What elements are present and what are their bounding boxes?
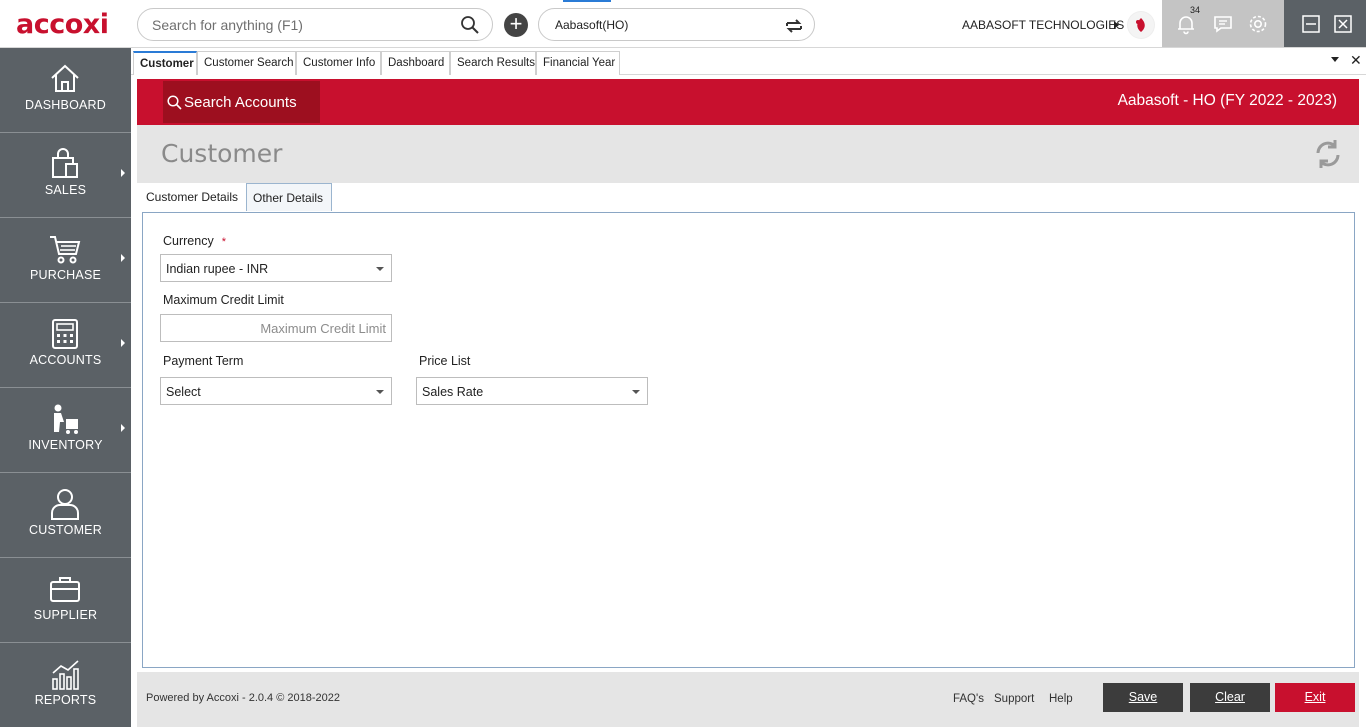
title-bar: Customer <box>137 125 1359 183</box>
caret-right-icon <box>121 169 125 177</box>
tab-financial-year[interactable]: Financial Year <box>536 51 620 75</box>
search-icon[interactable] <box>460 15 480 35</box>
account-header-bar: Search Accounts Aabasoft - HO (FY 2022 -… <box>137 79 1359 125</box>
search-accounts-label: Search Accounts <box>184 94 297 111</box>
shopping-bag-icon <box>52 148 78 178</box>
swap-icon[interactable] <box>783 15 805 37</box>
app-logo: accoxi <box>16 9 109 40</box>
sidebar-item-label: REPORTS <box>34 693 97 707</box>
help-link[interactable]: Help <box>1049 693 1073 705</box>
currency-select[interactable]: Indian rupee - INR <box>160 254 392 282</box>
notification-badge: 34 <box>1190 5 1201 15</box>
caret-right-icon <box>121 254 125 262</box>
financial-year-label: Aabasoft - HO (FY 2022 - 2023) <box>1117 92 1337 109</box>
payment-term-value: Select <box>166 385 201 399</box>
sidebar-item-label: SALES <box>44 183 87 197</box>
payment-term-select[interactable]: Select <box>160 377 392 405</box>
sidebar-item-purchase[interactable]: PURCHASE <box>0 218 131 303</box>
tab-customer-search[interactable]: Customer Search <box>197 51 296 75</box>
sidebar-item-label: INVENTORY <box>28 438 103 452</box>
payment-term-label: Payment Term <box>163 354 244 368</box>
sidebar-item-label: DASHBOARD <box>25 98 106 112</box>
credit-limit-label: Maximum Credit Limit <box>163 293 284 307</box>
gear-icon[interactable] <box>1247 13 1269 35</box>
sidebar-item-accounts[interactable]: ACCOUNTS <box>0 303 131 388</box>
tab-strip: Customer Customer Search Customer Info D… <box>131 48 1366 75</box>
sidebar-item-label: PURCHASE <box>29 268 102 282</box>
support-link[interactable]: Support <box>994 693 1034 705</box>
refresh-icon[interactable] <box>1313 138 1343 170</box>
bell-icon[interactable] <box>1175 13 1197 35</box>
clear-button[interactable]: Clear <box>1190 683 1270 712</box>
add-icon[interactable]: + <box>504 13 528 37</box>
tab-other-details[interactable]: Other Details <box>246 183 332 211</box>
cart-icon <box>50 236 81 264</box>
sidebar-item-customer[interactable]: CUSTOMER <box>0 473 131 558</box>
credit-limit-input[interactable] <box>160 314 392 342</box>
branch-name: Aabasoft(HO) <box>555 18 629 32</box>
chevron-down-icon <box>376 267 384 271</box>
top-bar: accoxi + Aabasoft(HO) AABASOFT TECHNOLOG… <box>0 0 1366 48</box>
search-accounts-button[interactable]: Search Accounts <box>163 81 320 123</box>
price-list-value: Sales Rate <box>422 385 484 399</box>
exit-button[interactable]: Exit <box>1275 683 1355 712</box>
sidebar-item-label: CUSTOMER <box>29 523 102 537</box>
currency-value: Indian rupee - INR <box>166 262 269 276</box>
search-input[interactable] <box>152 16 452 34</box>
branch-indicator <box>563 0 611 2</box>
chevron-down-icon <box>376 390 384 394</box>
user-icon <box>51 489 79 520</box>
minimize-icon[interactable] <box>1300 13 1322 35</box>
search-icon <box>167 95 182 110</box>
required-mark: * <box>221 236 226 248</box>
caret-right-icon[interactable] <box>1114 21 1119 29</box>
footer: Powered by Accoxi - 2.0.4 © 2018-2022 FA… <box>137 672 1359 727</box>
company-logo-icon <box>1127 11 1155 39</box>
sidebar-item-sales[interactable]: SALES <box>0 133 131 218</box>
message-icon[interactable] <box>1212 13 1234 35</box>
tab-list-dropdown-icon[interactable] <box>1331 57 1339 62</box>
caret-right-icon <box>121 339 125 347</box>
caret-right-icon <box>121 424 125 432</box>
price-list-select[interactable]: Sales Rate <box>416 377 648 405</box>
tab-customer-info[interactable]: Customer Info <box>296 51 381 75</box>
inventory-icon <box>54 404 78 434</box>
close-tab-icon[interactable]: ✕ <box>1350 52 1362 69</box>
chart-icon <box>52 660 79 690</box>
sidebar-item-dashboard[interactable]: DASHBOARD <box>0 48 131 133</box>
calculator-icon <box>52 319 78 349</box>
sidebar-item-label: ACCOUNTS <box>29 353 102 367</box>
home-icon <box>51 64 79 92</box>
currency-label-text: Currency <box>163 234 214 248</box>
tab-dashboard[interactable]: Dashboard <box>381 51 450 75</box>
close-window-icon[interactable] <box>1332 13 1354 35</box>
save-button[interactable]: Save <box>1103 683 1183 712</box>
sidebar-item-reports[interactable]: REPORTS <box>0 643 131 728</box>
sidebar-item-supplier[interactable]: SUPPLIER <box>0 558 131 643</box>
sidebar-item-label: SUPPLIER <box>33 608 98 622</box>
powered-by-text: Powered by Accoxi - 2.0.4 © 2018-2022 <box>146 692 340 704</box>
price-list-label: Price List <box>419 354 471 368</box>
sidebar-item-inventory[interactable]: INVENTORY <box>0 388 131 473</box>
company-name[interactable]: AABASOFT TECHNOLOGIES <box>962 18 1124 32</box>
briefcase-icon <box>50 577 80 602</box>
chevron-down-icon <box>632 390 640 394</box>
tab-search-results[interactable]: Search Results <box>450 51 536 75</box>
global-search[interactable] <box>137 8 493 41</box>
currency-label: Currency * <box>163 234 226 248</box>
sidebar: DASHBOARD SALES PURCHASE ACCOUNTS INVENT… <box>0 48 131 727</box>
branch-selector[interactable]: Aabasoft(HO) <box>538 8 815 41</box>
other-details-panel: Currency * Indian rupee - INR Maximum Cre… <box>142 212 1355 668</box>
window-controls <box>1284 0 1366 47</box>
faq-link[interactable]: FAQ's <box>953 693 984 705</box>
tab-customer[interactable]: Customer <box>133 51 197 75</box>
tab-customer-details[interactable]: Customer Details <box>137 183 245 211</box>
page-title: Customer <box>161 139 283 168</box>
toolbar-icons <box>1162 0 1284 47</box>
